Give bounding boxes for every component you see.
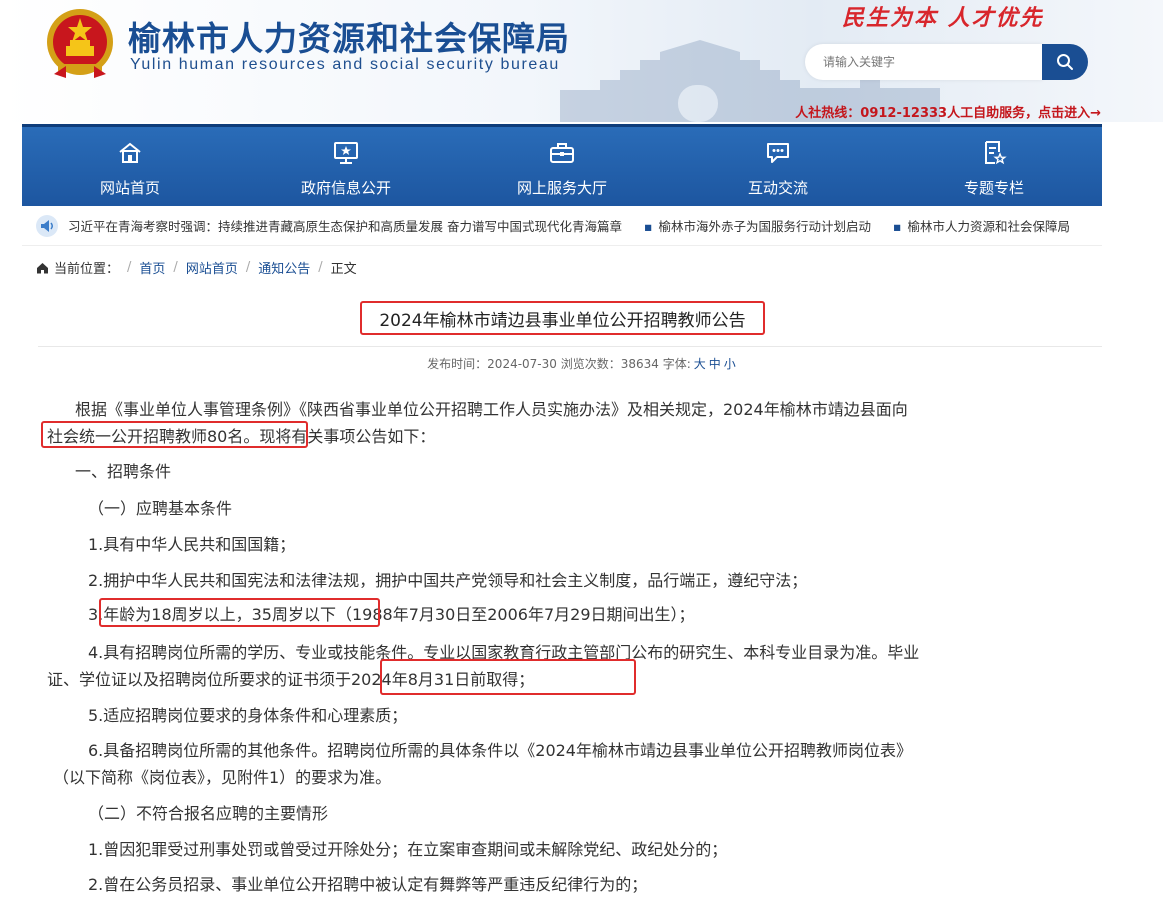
nav-label: 互动交流 [747,179,808,197]
briefcase-icon [550,143,574,163]
nav-label: 专题专栏 [963,179,1024,197]
nav-label: 政府信息公开 [300,179,391,197]
ticker-news-text: 榆林市海外赤子为国服务行动计划启动 [658,219,871,234]
home-icon [119,142,141,163]
breadcrumb-item-notices[interactable]: 通知公告 [258,258,310,277]
home-icon [37,262,48,273]
monitor-star-icon [334,142,358,164]
nav-item-special-topics[interactable]: 专题专栏 [886,127,1102,206]
list-item: 2.拥护中华人民共和国宪法和法律法规，拥护中国共产党领导和社会主义制度，品行端正… [88,571,808,590]
paragraph: 社会统一公开招聘教师80名。现将有关事项公告如下： [47,427,436,446]
list-item: 2.曾在公务员招录、事业单位公开招聘中被认定有舞弊等严重违反纪律行为的； [88,875,648,894]
nav-label: 网站首页 [99,179,160,197]
nav-item-home[interactable]: 网站首页 [22,127,238,206]
bullet-icon: ▪ [643,219,653,234]
list-item-continuation: （以下简称《岗位表》，见附件1）的要求为准。 [53,768,392,787]
news-ticker: 习近平在青海考察时强调：持续推进青藏高原生态保护和高质量发展 奋力谱写中国式现代… [22,206,1102,246]
breadcrumb: 当前位置： / 首页 / 网站首页 / 通知公告 / 正文 [36,258,357,277]
list-item: 1.具有中华人民共和国国籍； [88,535,296,554]
ticker-news-link[interactable]: 习近平在青海考察时强调：持续推进青藏高原生态保护和高质量发展 奋力谱写中国式现代… [68,216,622,235]
search-button[interactable] [1042,44,1088,80]
article-title: 2024年榆林市靖边县事业单位公开招聘教师公告 [379,310,746,331]
chat-icon [767,143,789,163]
ticker-news-text: 习近平在青海考察时强调：持续推进青藏高原生态保护和高质量发展 奋力谱写中国式现代… [68,219,622,234]
breadcrumb-item-current: 正文 [330,262,357,277]
font-size-small[interactable]: 小 [724,357,736,371]
nav-item-online-service[interactable]: 网上服务大厅 [454,127,670,206]
site-header: 榆林市人力资源和社会保障局 Yulin human resources and … [0,0,1163,122]
list-item-continuation: 证、学位证以及招聘岗位所要求的证书须于2024年8月31日前取得； [47,670,535,689]
paragraph: 根据《事业单位人事管理条例》《陕西省事业单位公开招聘工作人员实施办法》及相关规定… [75,400,908,419]
subsection-heading: （一）应聘基本条件 [88,499,233,518]
ticker-news-link[interactable]: ▪ 榆林市人力资源和社会保障局 [893,216,1070,235]
main-nav: 网站首页 政府信息公开 网上服务大厅 互动交流 专题专栏 [22,124,1102,206]
slogan: 民生为本 人才优先 [842,5,1044,31]
breadcrumb-prefix: 当前位置： [54,262,120,277]
list-item: 5.适应招聘岗位要求的身体条件和心理素质； [88,706,408,725]
document-star-icon [985,141,1007,165]
ticker-news-link[interactable]: ▪ 榆林市海外赤子为国服务行动计划启动 [644,216,871,235]
list-item: 1.曾因犯罪受过刑事处罚或曾受过开除处分；在立案审查期间或未解除党纪、政纪处分的… [88,840,728,859]
meta-text: 发布时间：2024-07-30 浏览次数：38634 字体: [427,357,691,371]
nav-item-interaction[interactable]: 互动交流 [670,127,886,206]
speaker-icon [36,214,58,237]
font-size-large[interactable]: 大 [694,357,706,371]
subsection-heading: （二）不符合报名应聘的主要情形 [88,804,329,823]
breadcrumb-item-site-home[interactable]: 网站首页 [186,258,238,277]
breadcrumb-item-home[interactable]: 首页 [139,258,165,277]
site-subtitle: Yulin human resources and social securit… [130,56,560,73]
search-input[interactable] [805,44,1043,80]
article-meta: 发布时间：2024-07-30 浏览次数：38634 字体: 大中小 [0,355,1163,372]
national-emblem-icon [47,9,113,78]
font-size-medium[interactable]: 中 [709,357,721,371]
hotline-link[interactable]: 人社热线：0912-12333人工自助服务，点击进入→ [795,102,1101,121]
title-divider [38,346,1102,347]
search-box [805,44,1043,80]
breadcrumb-separator: / [318,260,323,275]
search-icon [1057,54,1073,70]
site-title: 榆林市人力资源和社会保障局 [128,19,570,58]
list-item: 4.具有招聘岗位所需的学历、专业或技能条件。专业以国家教育行政主管部门公布的研究… [88,643,920,662]
section-heading: 一、招聘条件 [75,462,172,481]
title-highlight-box: 2024年榆林市靖边县事业单位公开招聘教师公告 [360,301,765,335]
ticker-news-text: 榆林市人力资源和社会保障局 [907,219,1070,234]
breadcrumb-separator: / [245,260,251,275]
nav-item-gov-info[interactable]: 政府信息公开 [238,127,454,206]
breadcrumb-separator: / [173,260,178,275]
breadcrumb-separator: / [127,260,132,275]
nav-label: 网上服务大厅 [516,179,607,197]
list-item: 6.具备招聘岗位所需的其他条件。招聘岗位所需的具体条件以《2024年榆林市靖边县… [88,741,912,760]
bullet-icon: ▪ [892,219,902,234]
list-item: 3.年龄为18周岁以上，35周岁以下（1988年7月30日至2006年7月29日… [88,605,695,624]
